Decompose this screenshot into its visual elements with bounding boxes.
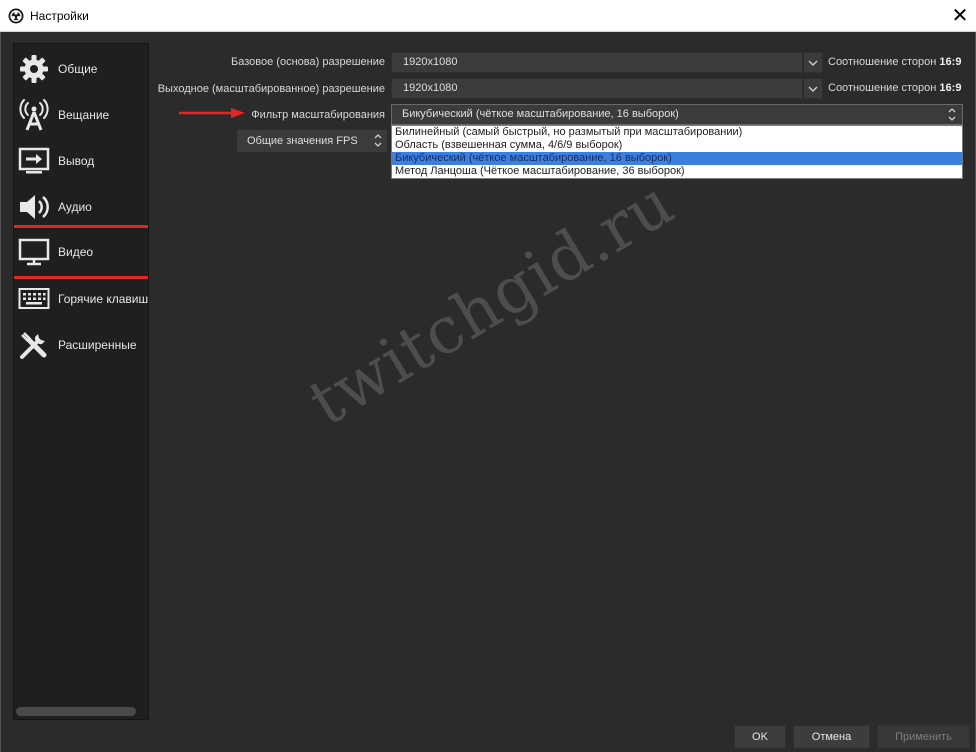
scale-filter-label: Фильтр масштабирования [251, 109, 385, 121]
aspect-ratio-label: Соотношение сторон [828, 56, 937, 68]
aspect-ratio-value: 16:9 [939, 56, 962, 68]
ok-button[interactable]: OK [734, 725, 786, 749]
scale-filter-select[interactable]: Бикубический (чёткое масштабирование, 16… [391, 104, 963, 125]
sidebar-item-hotkeys[interactable]: Горячие клавиш [14, 276, 149, 322]
window-title: Настройки [30, 9, 89, 23]
scale-filter-option[interactable]: Билинейный (самый быстрый, но размытый п… [392, 126, 962, 139]
aspect-ratio-value: 16:9 [939, 82, 962, 94]
gear-icon [17, 52, 51, 86]
scale-filter-option-selected[interactable]: Бикубический (чёткое масштабирование, 16… [392, 152, 962, 165]
output-icon [17, 144, 51, 178]
chevron-down-icon [808, 86, 818, 92]
sidebar-item-general[interactable]: Общие [14, 46, 148, 92]
title-bar: Настройки ✕ [0, 0, 976, 32]
output-aspect-ratio: Соотношение сторон 16:9 [828, 82, 961, 94]
scale-filter-dropdown-list: Билинейный (самый быстрый, но размытый п… [391, 125, 963, 179]
settings-sidebar: Общие Вещание Вывод Аудио Видео Горячие … [13, 43, 149, 720]
fps-type-value: Общие значения FPS [247, 135, 358, 147]
updown-chevron-icon [948, 108, 956, 121]
base-resolution-input[interactable]: 1920x1080 [391, 52, 803, 73]
base-resolution-label: Базовое (основа) разрешение [231, 56, 385, 68]
watermark-text: twitchgid.ru [296, 165, 687, 441]
monitor-icon [17, 235, 51, 269]
output-resolution-input[interactable]: 1920x1080 [391, 78, 803, 99]
scale-filter-value: Бикубический (чёткое масштабирование, 16… [402, 108, 679, 120]
sidebar-item-label: Видео [58, 245, 94, 259]
sidebar-item-video[interactable]: Видео [14, 225, 148, 279]
output-resolution-label: Выходное (масштабированное) разрешение [157, 83, 385, 95]
sidebar-item-stream[interactable]: Вещание [14, 92, 148, 138]
base-aspect-ratio: Соотношение сторон 16:9 [828, 56, 961, 68]
cancel-button[interactable]: Отмена [793, 725, 870, 749]
output-resolution-dropdown-button[interactable] [803, 78, 823, 99]
sidebar-scrollbar[interactable] [16, 707, 136, 716]
sidebar-item-label: Общие [58, 62, 98, 76]
settings-window: Общие Вещание Вывод Аудио Видео Горячие … [0, 32, 976, 752]
aspect-ratio-label: Соотношение сторон [828, 82, 937, 94]
sidebar-item-output[interactable]: Вывод [14, 138, 148, 184]
sidebar-item-advanced[interactable]: Расширенные [14, 322, 148, 368]
sidebar-item-label: Расширенные [58, 338, 137, 352]
sidebar-item-label: Аудио [58, 200, 92, 214]
tools-icon [17, 328, 51, 362]
sidebar-item-audio[interactable]: Аудио [14, 184, 148, 230]
keyboard-icon [17, 282, 51, 316]
close-button[interactable]: ✕ [944, 0, 976, 32]
speaker-icon [17, 190, 51, 224]
fps-type-select[interactable]: Общие значения FPS [237, 130, 387, 152]
sidebar-item-label: Вывод [58, 154, 95, 168]
broadcast-icon [17, 98, 51, 132]
sidebar-item-label: Горячие клавиш [58, 292, 149, 306]
sidebar-item-label: Вещание [58, 108, 110, 122]
scale-filter-option[interactable]: Метод Ланцоша (Чёткое масштабирование, 3… [392, 165, 962, 178]
chevron-down-icon [808, 60, 818, 66]
close-icon: ✕ [951, 5, 969, 27]
updown-chevron-icon [374, 134, 382, 147]
apply-button[interactable]: Применить [877, 725, 970, 749]
scale-filter-option[interactable]: Область (взвешенная сумма, 4/6/9 выборок… [392, 139, 962, 152]
obs-logo-icon [8, 8, 24, 24]
base-resolution-dropdown-button[interactable] [803, 52, 823, 73]
